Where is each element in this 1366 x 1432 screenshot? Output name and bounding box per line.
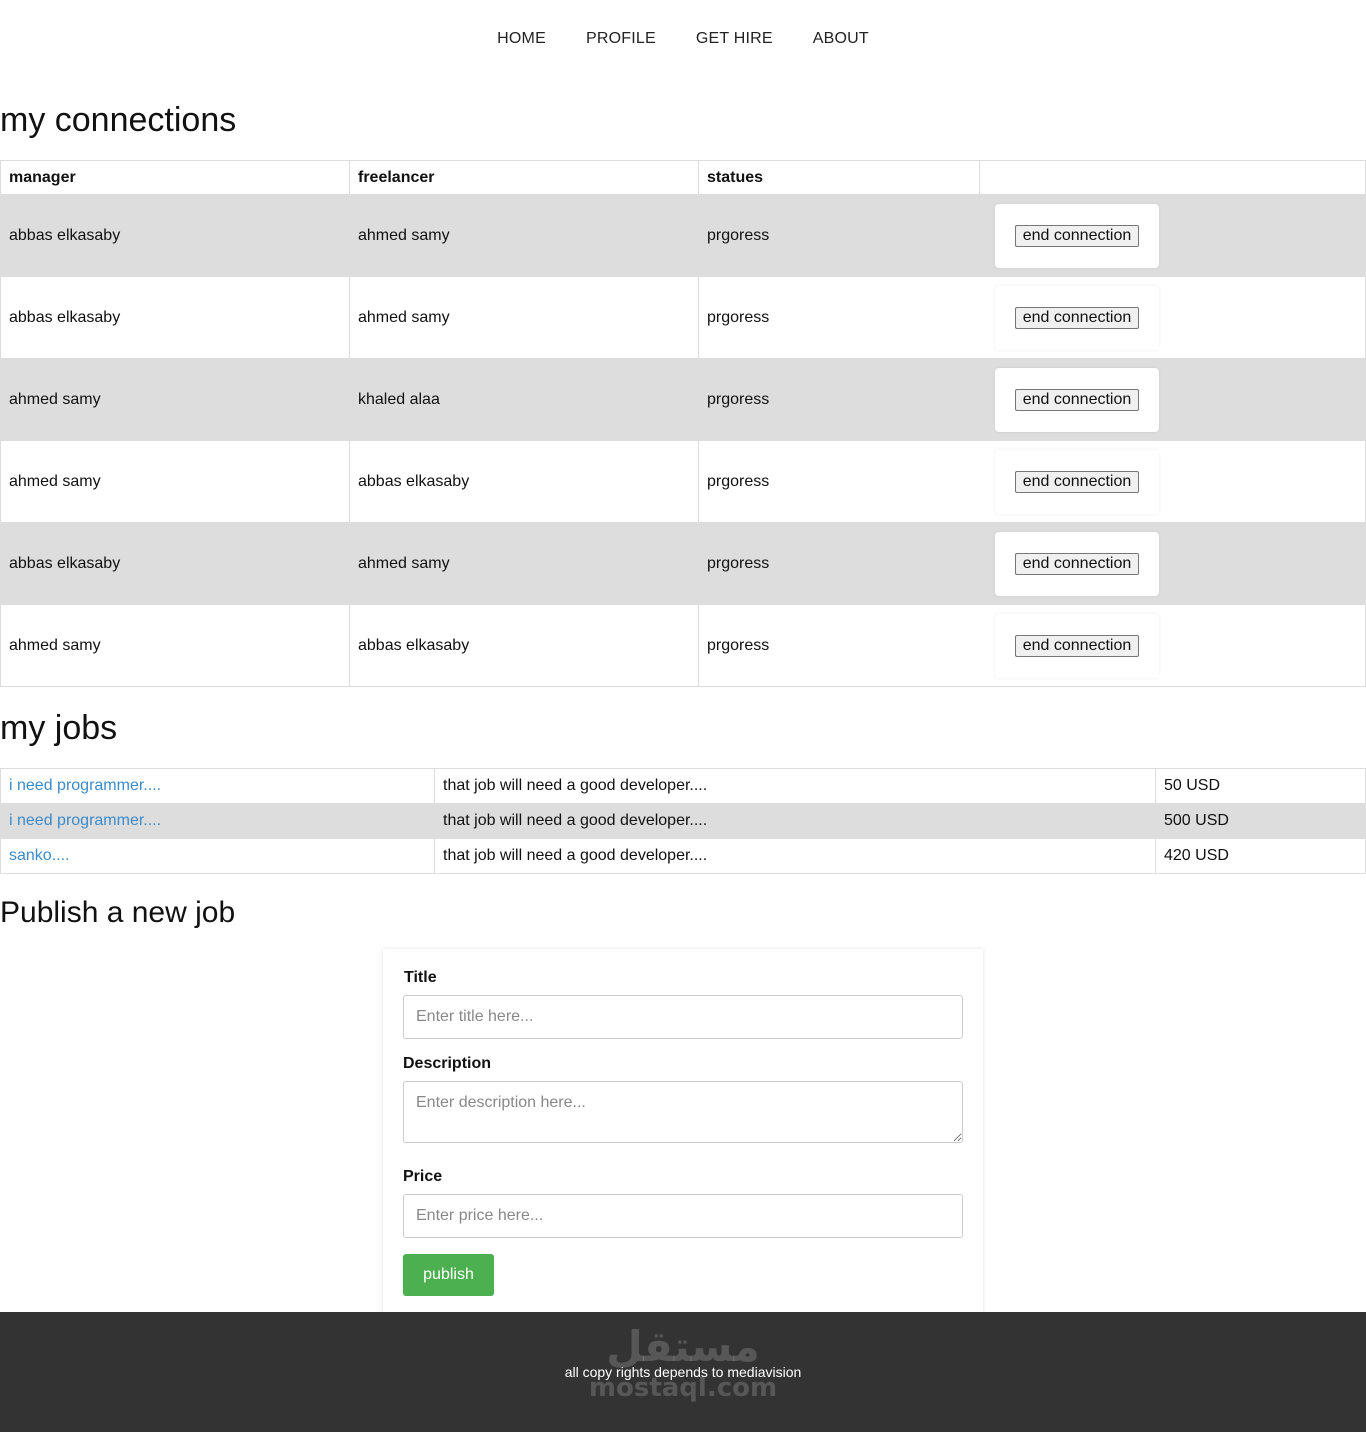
cell-status: prgoress — [698, 440, 979, 523]
mostaql-watermark: مستقل mostaql.com — [0, 1322, 1366, 1402]
nav-profile[interactable]: PROFILE — [586, 30, 656, 48]
cell-job-price: 500 USD — [1155, 803, 1366, 839]
table-row: i need programmer.... that job will need… — [0, 768, 1366, 804]
cell-action: end connection — [979, 276, 1366, 359]
nav-about[interactable]: ABOUT — [813, 30, 869, 48]
end-connection-button[interactable]: end connection — [1014, 634, 1140, 657]
table-row: abbas elkasaby ahmed samy prgoress end c… — [0, 194, 1366, 277]
cell-manager: abbas elkasaby — [0, 522, 350, 605]
header-manager: manager — [0, 160, 350, 195]
table-row: ahmed samy abbas elkasaby prgoress end c… — [0, 440, 1366, 523]
footer-copyright: all copy rights depends to mediavision — [564, 1364, 802, 1380]
cell-job-title: sanko.... — [0, 838, 435, 874]
table-row: i need programmer.... that job will need… — [0, 803, 1366, 839]
action-card: end connection — [995, 449, 1159, 514]
header-status: statues — [698, 160, 980, 195]
title-label: Title — [404, 969, 437, 986]
cell-freelancer: ahmed samy — [349, 194, 699, 277]
cell-status: prgoress — [698, 522, 979, 605]
cell-action: end connection — [979, 522, 1366, 605]
jobs-table: i need programmer.... that job will need… — [0, 768, 1366, 874]
job-title-link[interactable]: i need programmer.... — [9, 812, 161, 829]
cell-job-price: 50 USD — [1155, 768, 1366, 804]
cell-freelancer: ahmed samy — [349, 276, 699, 359]
end-connection-button[interactable]: end connection — [1014, 470, 1140, 493]
action-card: end connection — [995, 613, 1159, 678]
action-card: end connection — [995, 531, 1159, 596]
nav-get-hire[interactable]: GET HIRE — [696, 30, 773, 48]
cell-action: end connection — [979, 604, 1366, 687]
end-connection-button[interactable]: end connection — [1014, 552, 1140, 575]
cell-status: prgoress — [698, 358, 979, 441]
cell-action: end connection — [979, 194, 1366, 277]
cell-freelancer: abbas elkasaby — [349, 440, 699, 523]
table-row: ahmed samy khaled alaa prgoress end conn… — [0, 358, 1366, 441]
action-card: end connection — [995, 285, 1159, 350]
cell-manager: ahmed samy — [0, 604, 350, 687]
connections-header-row: manager freelancer statues — [0, 160, 1366, 195]
header-action — [978, 160, 1366, 195]
publish-title: Publish a new job — [0, 896, 236, 929]
price-label: Price — [403, 1168, 443, 1185]
cell-job-description: that job will need a good developer.... — [434, 838, 1156, 874]
cell-job-title: i need programmer.... — [0, 803, 435, 839]
connections-title: my connections — [0, 101, 237, 139]
cell-action: end connection — [979, 358, 1366, 441]
end-connection-button[interactable]: end connection — [1014, 224, 1140, 247]
price-input[interactable] — [403, 1194, 963, 1238]
cell-job-title: i need programmer.... — [0, 768, 435, 804]
action-card: end connection — [995, 203, 1159, 268]
cell-job-description: that job will need a good developer.... — [434, 768, 1156, 804]
description-textarea[interactable] — [403, 1081, 963, 1143]
connections-table: manager freelancer statues abbas elkasab… — [0, 160, 1366, 687]
end-connection-button[interactable]: end connection — [1014, 388, 1140, 411]
cell-freelancer: abbas elkasaby — [349, 604, 699, 687]
cell-manager: abbas elkasaby — [0, 194, 350, 277]
cell-status: prgoress — [698, 276, 979, 359]
nav-home[interactable]: HOME — [497, 30, 546, 48]
footer: مستقل mostaql.com all copy rights depend… — [0, 1312, 1366, 1432]
top-nav: HOME PROFILE GET HIRE ABOUT — [0, 0, 1366, 78]
publish-button[interactable]: publish — [403, 1254, 494, 1296]
table-row: abbas elkasaby ahmed samy prgoress end c… — [0, 522, 1366, 605]
cell-job-price: 420 USD — [1155, 838, 1366, 874]
cell-freelancer: ahmed samy — [349, 522, 699, 605]
cell-freelancer: khaled alaa — [349, 358, 699, 441]
table-row: ahmed samy abbas elkasaby prgoress end c… — [0, 604, 1366, 687]
title-input[interactable] — [403, 995, 963, 1039]
description-label: Description — [403, 1055, 492, 1072]
cell-manager: ahmed samy — [0, 358, 350, 441]
job-title-link[interactable]: sanko.... — [9, 847, 69, 864]
publish-job-form: Title Description Price publish — [383, 949, 983, 1314]
cell-job-description: that job will need a good developer.... — [434, 803, 1156, 839]
cell-manager: abbas elkasaby — [0, 276, 350, 359]
table-row: sanko.... that job will need a good deve… — [0, 838, 1366, 874]
table-row: abbas elkasaby ahmed samy prgoress end c… — [0, 276, 1366, 359]
cell-status: prgoress — [698, 194, 979, 277]
cell-manager: ahmed samy — [0, 440, 350, 523]
action-card: end connection — [995, 367, 1159, 432]
job-title-link[interactable]: i need programmer.... — [9, 777, 161, 794]
end-connection-button[interactable]: end connection — [1014, 306, 1140, 329]
cell-action: end connection — [979, 440, 1366, 523]
jobs-title: my jobs — [0, 709, 118, 747]
header-freelancer: freelancer — [349, 160, 699, 195]
cell-status: prgoress — [698, 604, 979, 687]
